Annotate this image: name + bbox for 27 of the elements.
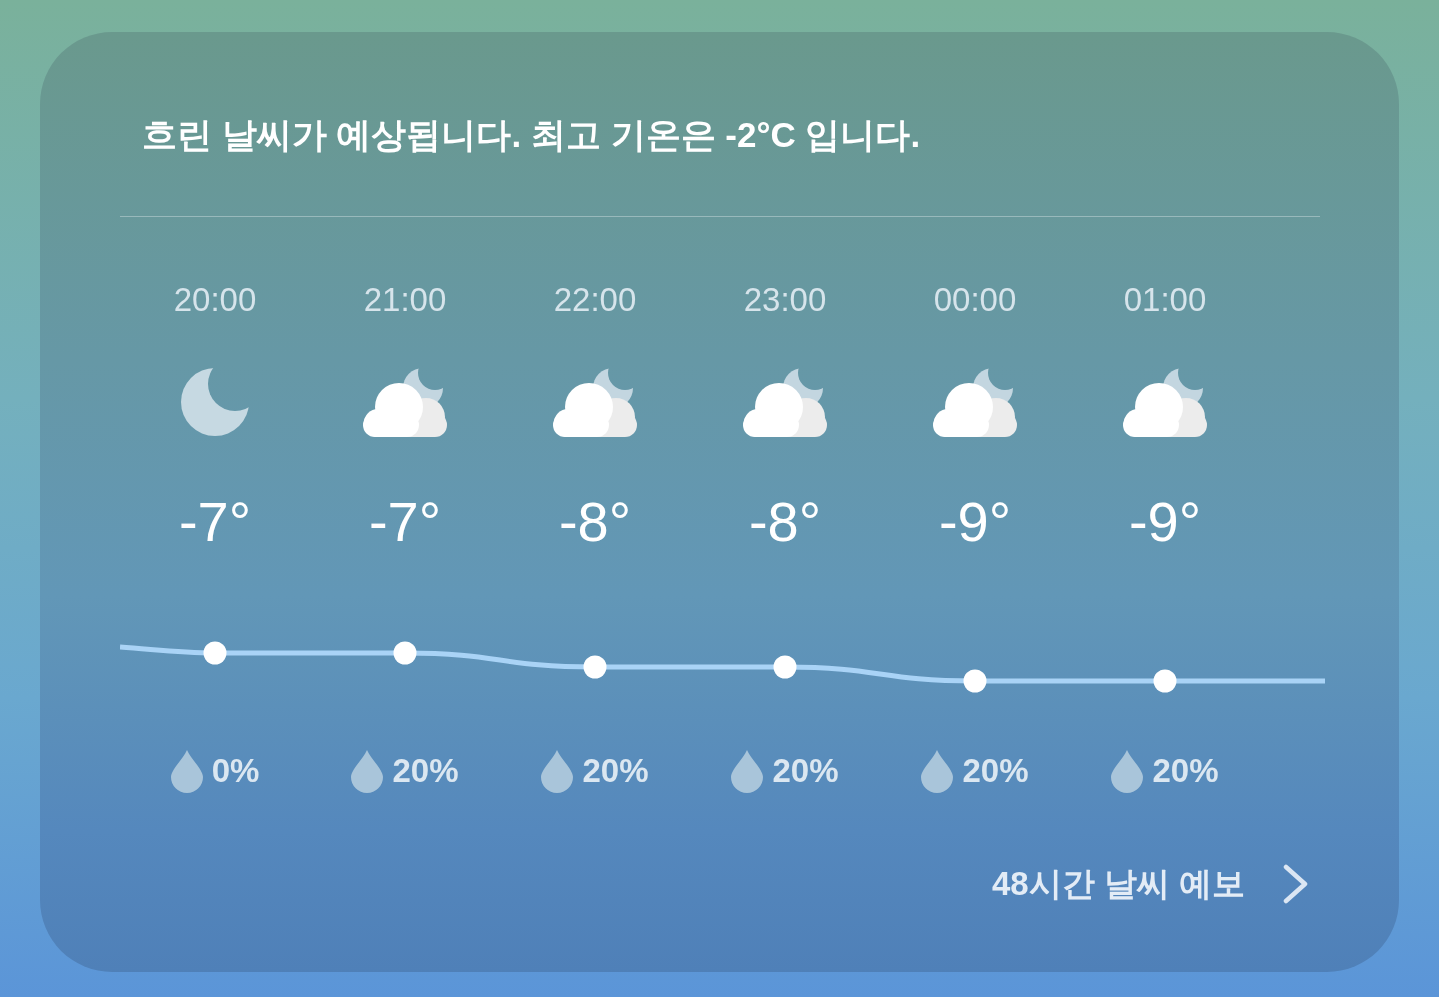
temperature-label: -7° <box>368 489 442 555</box>
hour-label: 00:00 <box>933 280 1017 320</box>
temperature-label: -9° <box>1128 489 1202 555</box>
hour-label: 01:00 <box>1123 280 1207 320</box>
hour-label: 23:00 <box>743 280 827 320</box>
precipitation-label: 20% <box>582 751 649 791</box>
water-drop-icon <box>541 749 574 793</box>
temperature-label: -8° <box>748 489 822 555</box>
precipitation-label: 20% <box>772 751 839 791</box>
hour-label: 22:00 <box>553 280 637 320</box>
chevron-right-icon <box>1283 864 1308 904</box>
forecast-link[interactable]: 48시간 날씨 예보 <box>991 862 1308 906</box>
temperature-label: -7° <box>178 489 252 555</box>
precipitation-label: 20% <box>392 751 459 791</box>
temperature-label: -8° <box>558 489 632 555</box>
water-drop-icon <box>351 749 384 793</box>
hour-label: 21:00 <box>363 280 447 320</box>
weather-summary-text: 흐린 날씨가 예상됩니다. 최고 기온은 -2°C 입니다. <box>141 114 922 156</box>
temperature-label: -9° <box>938 489 1012 555</box>
water-drop-icon <box>170 749 203 793</box>
hour-label: 20:00 <box>173 280 257 320</box>
water-drop-icon <box>921 749 954 793</box>
precipitation-label: 20% <box>962 751 1029 791</box>
water-drop-icon <box>1111 749 1144 793</box>
precipitation-label: 0% <box>211 751 260 791</box>
precipitation-label: 20% <box>1152 751 1219 791</box>
water-drop-icon <box>731 749 764 793</box>
